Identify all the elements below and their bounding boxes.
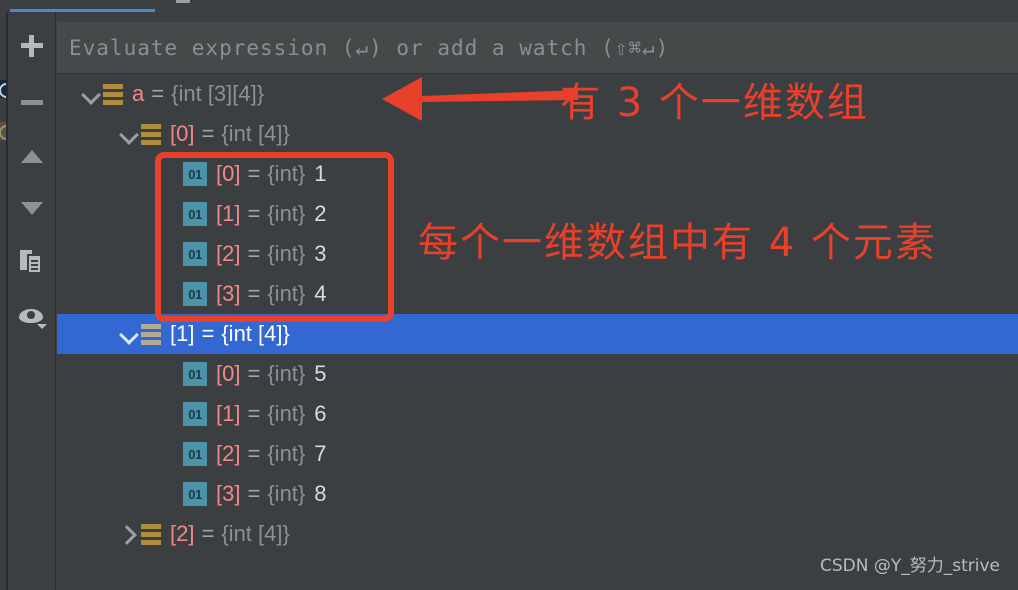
variable-type: {int} (267, 441, 306, 466)
annotation-arrow-icon (382, 77, 578, 121)
variable-name: a (132, 81, 145, 106)
tree-row[interactable]: 01 [3] = {int} 8 (57, 474, 1018, 514)
tree-row[interactable]: [2] = {int [4]} (57, 514, 1018, 554)
variable-type: {int} (267, 361, 306, 386)
variable-value: 3 (314, 241, 327, 266)
watch-toolbar (8, 12, 56, 590)
evaluate-expression-input[interactable]: Evaluate expression (↵) or add a watch (… (69, 36, 669, 60)
view-options-button[interactable] (8, 295, 56, 339)
variable-type: {int} (267, 241, 306, 266)
variable-value: 2 (314, 201, 327, 226)
equals-sign: = (201, 521, 215, 546)
evaluate-expression-bar[interactable]: Evaluate expression (↵) or add a watch (… (57, 22, 1018, 74)
equals-sign: = (201, 121, 215, 146)
variable-name: [2] (216, 441, 241, 466)
watermark: CSDN @Y_努力_strive (819, 556, 1000, 576)
int-value-icon: 01 (183, 442, 207, 466)
equals-sign: = (247, 481, 261, 506)
tree-row[interactable]: 01 [0] = {int} 1 (57, 154, 1018, 194)
int-value-icon: 01 (183, 402, 207, 426)
variable-name: [0] (216, 161, 241, 186)
variable-value: 5 (314, 361, 327, 386)
variables-tree: a = {int [3][4]} [0] = {int [4]} 01 [0] = {int} 1 0… (57, 74, 1018, 590)
annotation-note-top: 有 3 个一维数组 (560, 80, 869, 126)
tree-row[interactable]: 01 [1] = {int} 6 (57, 394, 1018, 434)
variable-type: {int [3][4]} (171, 81, 265, 106)
move-down-button[interactable] (8, 186, 56, 230)
variable-type: {int} (267, 401, 306, 426)
variable-name: [2] (216, 241, 241, 266)
equals-sign: = (151, 81, 165, 106)
variable-value: 8 (314, 481, 327, 506)
tree-row[interactable]: 01 [0] = {int} 5 (57, 354, 1018, 394)
array-icon (141, 123, 161, 145)
variable-value: 1 (314, 161, 327, 186)
left-edge-icon-strip (0, 12, 8, 590)
variable-type: {int} (267, 201, 306, 226)
copy-value-button[interactable] (8, 240, 56, 284)
equals-sign: = (247, 361, 261, 386)
copy-icon (20, 250, 44, 274)
equals-sign: = (247, 441, 261, 466)
equals-sign: = (247, 201, 261, 226)
move-up-button[interactable] (8, 134, 56, 178)
variable-name: [3] (216, 281, 241, 306)
annotation-note-bottom: 每个一维数组中有 4 个元素 (418, 220, 937, 266)
int-value-icon: 01 (183, 202, 207, 226)
int-value-icon: 01 (183, 162, 207, 186)
tree-row[interactable]: [1] = {int [4]} (57, 314, 1018, 354)
chevron-down-icon[interactable] (115, 321, 141, 347)
variable-value: 7 (314, 441, 327, 466)
plus-icon (21, 35, 43, 57)
variable-type: {int} (267, 281, 306, 306)
equals-sign: = (247, 281, 261, 306)
variable-name: [3] (216, 481, 241, 506)
variable-name: [1] (216, 401, 241, 426)
int-value-icon: 01 (183, 282, 207, 306)
tree-row[interactable]: 01 [2] = {int} 7 (57, 434, 1018, 474)
variable-name: [0] (216, 361, 241, 386)
variable-name: [1] (170, 321, 195, 346)
variable-name: [1] (216, 201, 241, 226)
remove-watch-button[interactable] (8, 80, 56, 124)
debugger-variables-panel: Variables LLDB Memory View (0, 0, 1018, 590)
equals-sign: = (247, 241, 261, 266)
equals-sign: = (247, 161, 261, 186)
minus-icon (21, 99, 43, 105)
tree-row[interactable]: 01 [3] = {int} 4 (57, 274, 1018, 314)
variable-type: {int} (267, 481, 306, 506)
int-value-icon: 01 (183, 242, 207, 266)
arrow-up-icon (21, 149, 43, 163)
variable-name: [0] (170, 121, 195, 146)
array-icon (141, 323, 161, 345)
array-icon (103, 83, 123, 105)
variable-type: {int [4]} (221, 321, 290, 346)
debugger-tab-strip: Variables LLDB Memory View (0, 0, 1018, 12)
variable-type: {int} (267, 161, 306, 186)
variable-type: {int [4]} (221, 121, 290, 146)
variable-type: {int [4]} (221, 521, 290, 546)
arrow-down-icon (21, 201, 43, 215)
chevron-down-icon[interactable] (77, 81, 103, 107)
variable-name: [2] (170, 521, 195, 546)
int-value-icon: 01 (183, 362, 207, 386)
variable-value: 6 (314, 401, 327, 426)
add-watch-button[interactable] (8, 24, 56, 68)
int-value-icon: 01 (183, 482, 207, 506)
chevron-right-icon[interactable] (115, 521, 141, 547)
memory-icon (176, 0, 190, 3)
equals-sign: = (201, 321, 215, 346)
equals-sign: = (247, 401, 261, 426)
chevron-down-icon[interactable] (115, 121, 141, 147)
variable-value: 4 (314, 281, 327, 306)
array-icon (141, 523, 161, 545)
eye-dropdown-icon (19, 307, 47, 329)
